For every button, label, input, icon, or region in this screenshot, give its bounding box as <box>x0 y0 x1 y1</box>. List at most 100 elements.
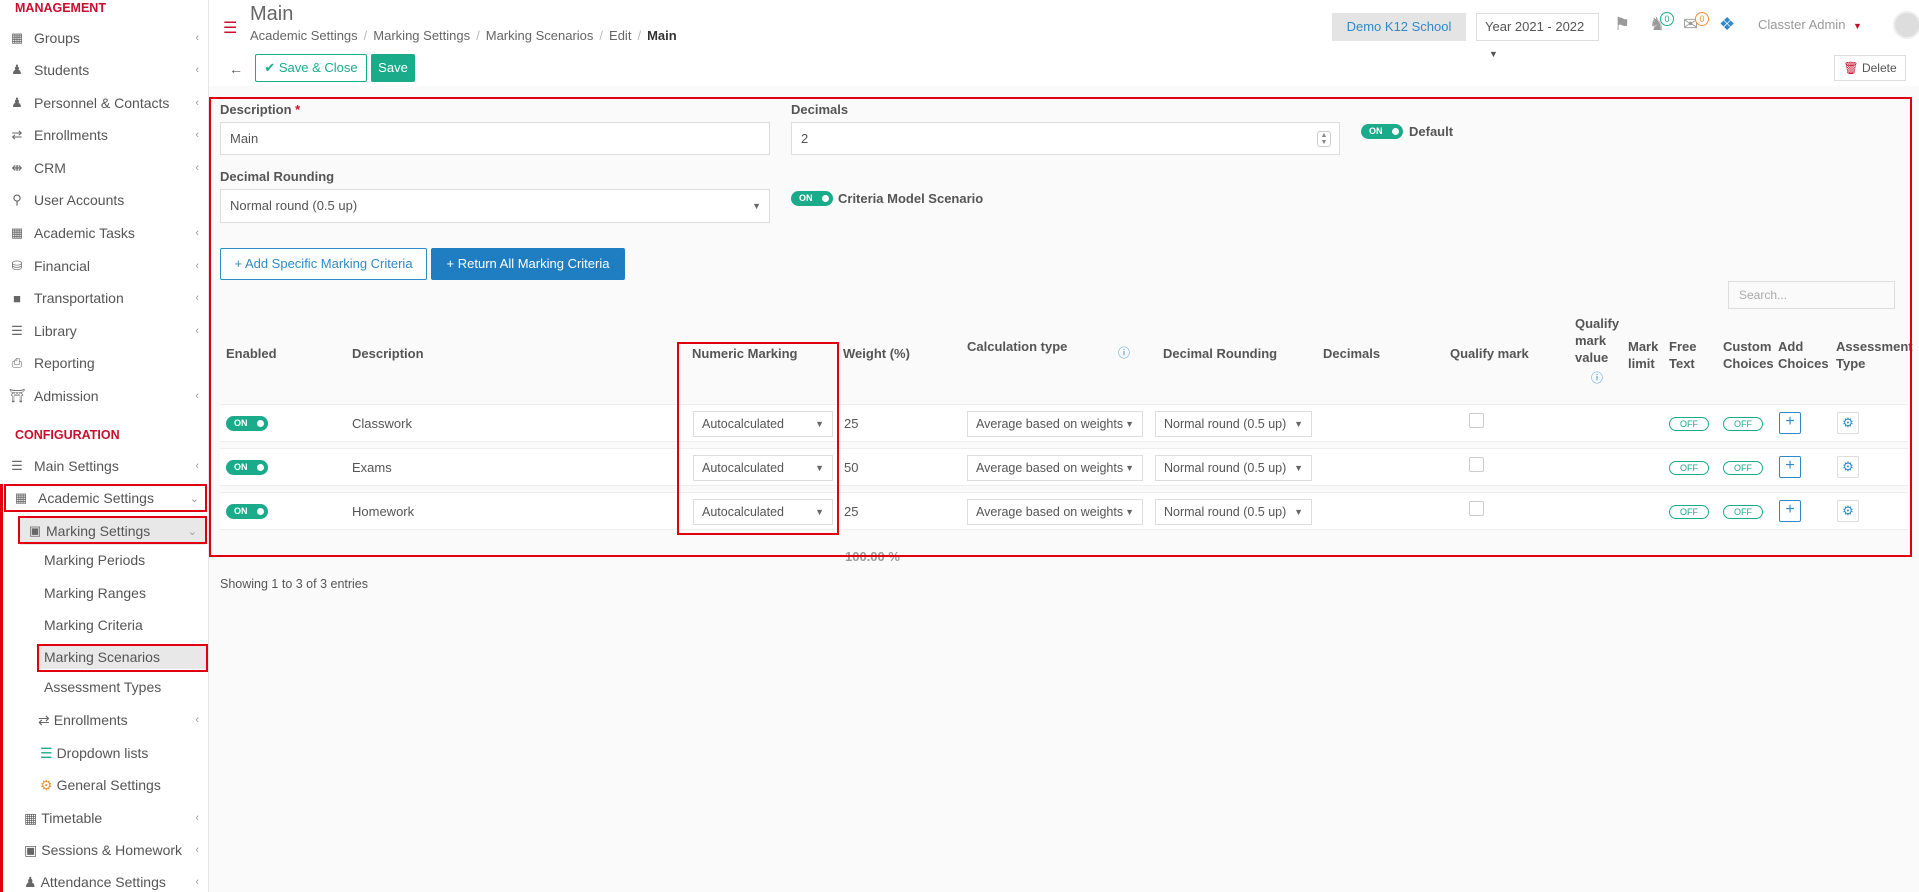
sidebar-item-sessions-homework[interactable]: ▣ Sessions & Homework ‹ <box>24 836 207 864</box>
sidebar-item-label: Transportation <box>34 290 124 306</box>
top-header: ☰ Main Academic Settings / Marking Settin… <box>209 0 1919 59</box>
mail-count-badge: 0 <box>1695 12 1709 26</box>
bank-icon: ⛩ <box>8 388 26 403</box>
sidebar-item-marking-criteria[interactable]: Marking Criteria <box>44 613 143 637</box>
sidebar-item-marking-periods[interactable]: Marking Periods <box>44 548 145 572</box>
sidebar-item-main-settings[interactable]: ☰ Main Settings ‹ <box>0 452 207 480</box>
flag-icon[interactable]: ⚑ <box>1614 14 1630 35</box>
coins-icon: ⛁ <box>11 258 23 273</box>
chevron-left-icon: ‹ <box>195 460 199 472</box>
highlight-box <box>4 484 207 512</box>
notification-count-badge: 0 <box>1660 12 1674 26</box>
active-section-indicator <box>0 484 3 892</box>
sidebar-item-label: Dropdown lists <box>56 745 149 761</box>
sidebar-item-label: Admission <box>34 388 99 404</box>
sidebar-item-academic-tasks[interactable]: ▦ Academic Tasks ‹ <box>0 219 207 247</box>
chevron-left-icon: ‹ <box>195 129 199 141</box>
save-close-label: Save & Close <box>278 60 358 75</box>
check-icon: ✔ <box>264 60 276 75</box>
chevron-left-icon: ‹ <box>195 390 199 402</box>
sidebar-item-transportation[interactable]: ■ Transportation ‹ <box>0 284 207 312</box>
sidebar-item-crm[interactable]: ⇼ CRM ‹ <box>0 154 207 182</box>
breadcrumb-separator: / <box>363 28 368 43</box>
print-icon: ⎙ <box>11 355 23 370</box>
breadcrumb-separator: / <box>476 28 480 43</box>
sidebar-item-label: User Accounts <box>34 192 125 208</box>
breadcrumb-item[interactable]: Marking Settings <box>373 28 470 43</box>
highlight-box <box>209 97 1912 557</box>
caret-down-icon: ▼ <box>1853 21 1862 31</box>
sidebar-item-groups[interactable]: ▦ Groups ‹ <box>0 24 207 52</box>
sidebar-item-reporting[interactable]: ⎙ Reporting <box>0 349 207 377</box>
user-gear-icon: ♟ <box>24 873 37 890</box>
sidebar-item-personnel[interactable]: ♟ Personnel & Contacts ‹ <box>0 89 207 117</box>
layers-icon: ☰ <box>40 744 53 761</box>
sidebar-item-sub-enrollments[interactable]: ⇄ Enrollments ‹ <box>38 706 207 734</box>
sidebar-item-label: Reporting <box>34 355 95 371</box>
sidebar-item-label: Main Settings <box>34 458 119 474</box>
sidebar-item-students[interactable]: ♟ Students ‹ <box>0 56 207 84</box>
students-icon: ♟ <box>11 62 23 77</box>
sidebar-item-general-settings[interactable]: ⚙ General Settings <box>40 771 207 799</box>
table-info-footer: Showing 1 to 3 of 3 entries <box>220 577 369 591</box>
breadcrumb-item[interactable]: Marking Scenarios <box>486 28 594 43</box>
chevron-left-icon: ‹ <box>195 64 199 76</box>
breadcrumb-item[interactable]: Edit <box>609 28 631 43</box>
breadcrumb-separator: / <box>599 28 604 43</box>
sidebar: MANAGEMENT ▦ Groups ‹ ♟ Students ‹ ♟ Per… <box>0 0 209 892</box>
chevron-left-icon: ‹ <box>195 97 199 109</box>
chevron-left-icon: ‹ <box>195 292 199 304</box>
calendar-icon: ▦ <box>24 809 38 826</box>
breadcrumb-item[interactable]: Academic Settings <box>250 28 358 43</box>
highlight-box <box>677 342 839 535</box>
sidebar-item-marking-ranges[interactable]: Marking Ranges <box>44 581 146 605</box>
sidebar-item-label: Financial <box>34 258 91 274</box>
user-name: Classter Admin <box>1758 17 1846 32</box>
key-icon: ⚲ <box>12 192 22 207</box>
books-icon: ☰ <box>11 323 23 338</box>
delete-button[interactable]: 🗑 Delete <box>1834 55 1906 81</box>
sidebar-item-timetable[interactable]: ▦ Timetable ‹ <box>24 804 207 832</box>
avatar[interactable] <box>1893 11 1919 39</box>
sidebar-item-user-accounts[interactable]: ⚲ User Accounts <box>0 186 207 214</box>
sidebar-item-financial[interactable]: ⛁ Financial ‹ <box>0 252 207 280</box>
sidebar-item-library[interactable]: ☰ Library ‹ <box>0 317 207 345</box>
grid-icon: ▦ <box>10 225 24 240</box>
sidebar-item-label: Timetable <box>41 810 103 826</box>
delete-label: Delete <box>1861 61 1897 75</box>
sidebar-item-label: Personnel & Contacts <box>34 95 170 111</box>
sidebar-item-label: Enrollments <box>34 127 108 143</box>
management-section-title: MANAGEMENT <box>15 1 106 15</box>
chevron-left-icon: ‹ <box>195 260 199 272</box>
sidebar-item-enrollments[interactable]: ⇄ Enrollments ‹ <box>0 121 207 149</box>
save-button[interactable]: Save <box>371 54 415 82</box>
breadcrumb: Academic Settings / Marking Settings / Mar… <box>250 28 677 43</box>
sidebar-item-label: General Settings <box>56 777 161 793</box>
chevron-left-icon: ‹ <box>195 812 199 824</box>
hamburger-menu-icon[interactable]: ☰ <box>223 18 237 38</box>
exchange-icon: ⇄ <box>38 711 50 728</box>
layers-plus-icon[interactable]: ❖ <box>1719 14 1735 35</box>
school-selector[interactable]: Demo K12 School <box>1332 13 1466 41</box>
year-selector-label: Year 2021 - 2022 <box>1485 19 1585 34</box>
sidebar-item-attendance-settings[interactable]: ♟ Attendance Settings ‹ <box>24 868 207 892</box>
sidebar-item-dropdown-lists[interactable]: ☰ Dropdown lists <box>40 739 207 767</box>
bus-icon: ■ <box>13 290 21 306</box>
back-arrow-icon[interactable]: ← <box>229 61 243 77</box>
sidebar-item-label: Academic Tasks <box>34 225 135 241</box>
gears-icon: ⚙ <box>40 776 53 793</box>
chevron-left-icon: ‹ <box>195 162 199 174</box>
trash-icon: 🗑 <box>1843 61 1859 75</box>
save-close-button[interactable]: ✔ Save & Close <box>255 54 367 82</box>
sidebar-item-admission[interactable]: ⛩ Admission ‹ <box>0 382 207 410</box>
exchange-icon: ⇄ <box>11 127 23 142</box>
user-menu[interactable]: Classter Admin ▼ <box>1758 17 1862 32</box>
sidebar-item-label: Groups <box>34 30 80 46</box>
sidebar-item-label: Students <box>34 62 90 78</box>
shuffle-icon: ⇼ <box>11 160 23 175</box>
sidebar-item-label: CRM <box>34 160 66 176</box>
year-selector[interactable]: Year 2021 - 2022 ▼ <box>1476 13 1599 59</box>
chevron-left-icon: ‹ <box>195 32 199 44</box>
sidebar-item-assessment-types[interactable]: Assessment Types <box>44 675 161 699</box>
person-icon: ♟ <box>11 95 23 110</box>
